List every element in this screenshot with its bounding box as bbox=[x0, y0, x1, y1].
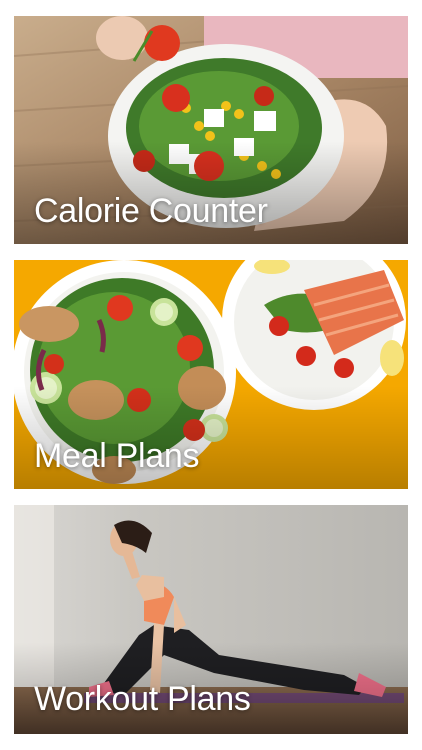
meal-plans-card[interactable]: Meal Plans bbox=[14, 260, 408, 489]
feature-menu: Calorie Counter Meal Plans Workout Plans bbox=[0, 0, 422, 750]
workout-plans-card[interactable]: Workout Plans bbox=[14, 505, 408, 734]
workout-plans-label: Workout Plans bbox=[34, 680, 251, 718]
calorie-counter-label: Calorie Counter bbox=[34, 192, 268, 230]
meal-plans-label: Meal Plans bbox=[34, 437, 200, 475]
calorie-counter-card[interactable]: Calorie Counter bbox=[14, 16, 408, 244]
